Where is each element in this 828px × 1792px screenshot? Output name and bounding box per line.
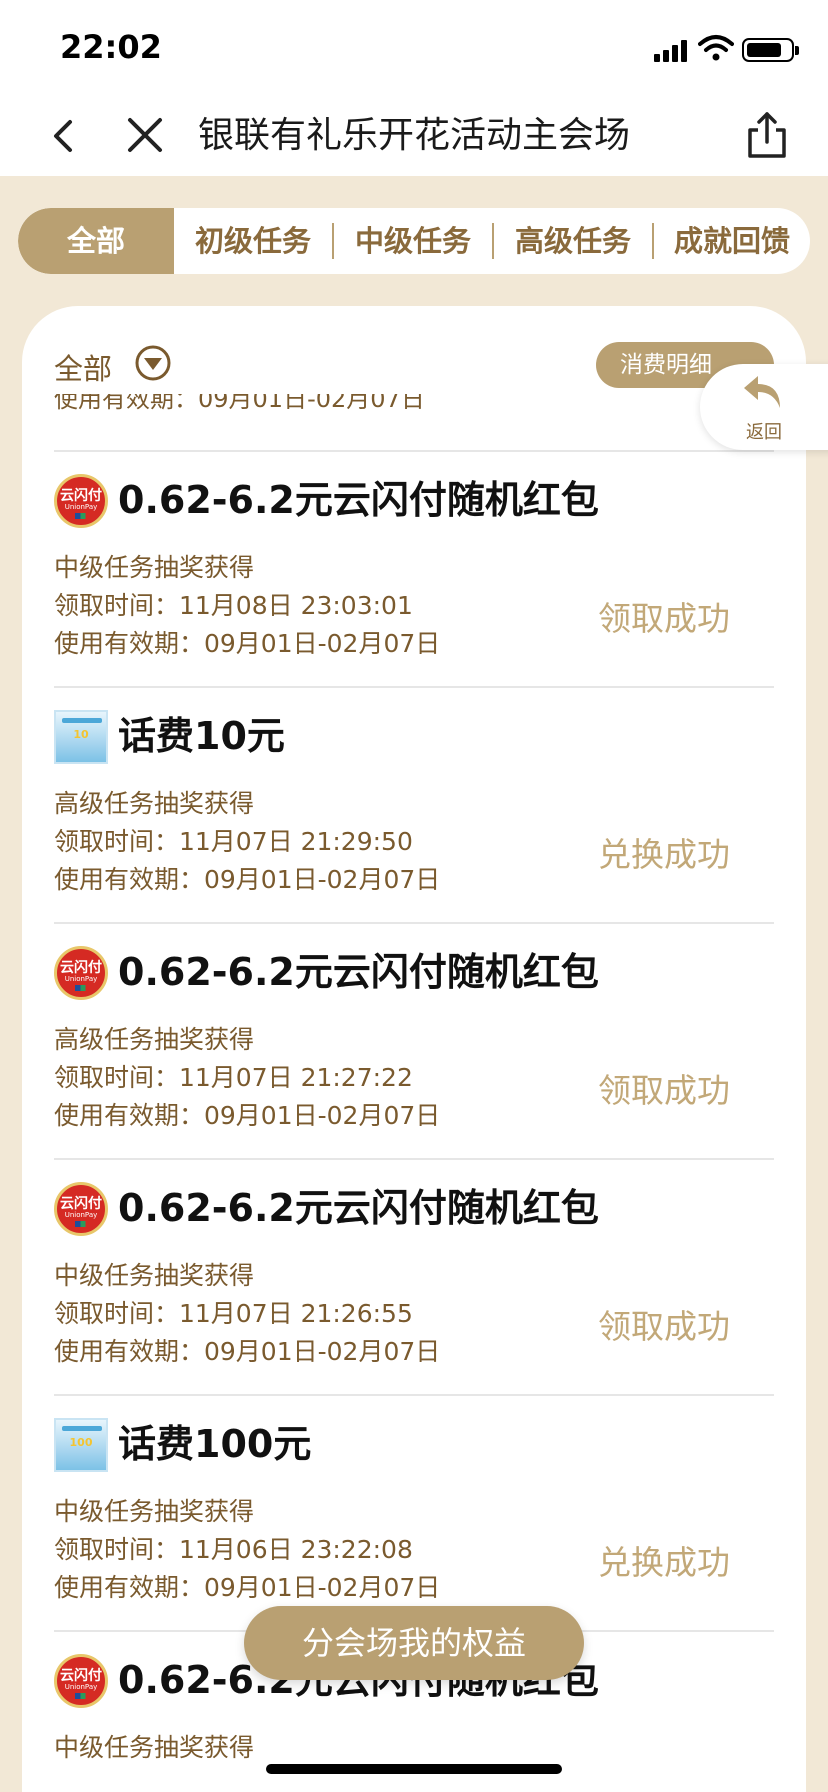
item-validity: 使用有效期：09月01日-02月07日 [54, 629, 441, 658]
item-validity: 使用有效期：09月01日-02月07日 [54, 1101, 441, 1130]
item-claim-time: 领取时间：11月07日 21:27:22 [54, 1063, 413, 1092]
list-item: 云闪付 UnionPay 0.62-6.2元云闪付随机红包 高级任务抽奖获得 领取… [54, 922, 774, 1158]
list-item: 10 话费10元 高级任务抽奖获得 领取时间：11月07日 21:29:50 使… [54, 686, 774, 922]
return-arrow-icon [744, 376, 780, 408]
filter-label[interactable]: 全部 [54, 346, 112, 388]
tab-achievement-rewards[interactable]: 成就回馈 [654, 208, 810, 274]
sub-venue-benefits-button[interactable]: 分会场我的权益 [244, 1606, 584, 1680]
phone-credit-icon: 100 [54, 1418, 108, 1472]
status-time: 22:02 [60, 28, 162, 66]
nav-bar: 银联有礼乐开花活动主会场 [0, 96, 828, 176]
item-claim-time: 领取时间：11月07日 21:29:50 [54, 827, 413, 856]
task-tab-bar: 全部 初级任务 中级任务 高级任务 成就回馈 [18, 208, 810, 274]
item-source: 高级任务抽奖获得 [54, 789, 255, 818]
item-source: 中级任务抽奖获得 [54, 553, 255, 582]
item-source: 中级任务抽奖获得 [54, 1733, 255, 1762]
phone-credit-icon: 10 [54, 710, 108, 764]
wifi-icon [698, 35, 734, 61]
page-title: 银联有礼乐开花活动主会场 [198, 115, 631, 156]
list-item: 云闪付 UnionPay 0.62-6.2元云闪付随机红包 中级任务抽奖获得 领取… [54, 450, 774, 686]
partial-validity-text: 使用有效期：09月01日-02月07日 [54, 394, 425, 412]
home-indicator [266, 1764, 562, 1774]
item-title: 0.62-6.2元云闪付随机红包 [118, 1186, 599, 1230]
item-title: 0.62-6.2元云闪付随机红包 [118, 950, 599, 994]
unionpay-logo-icon: 云闪付 UnionPay [54, 1654, 108, 1708]
signal-icon [654, 38, 688, 62]
item-title: 话费10元 [118, 714, 285, 758]
unionpay-logo-icon: 云闪付 UnionPay [54, 946, 108, 1000]
item-status: 领取成功 [598, 1071, 730, 1110]
floating-return-button[interactable]: 返回 [700, 364, 828, 450]
item-status: 领取成功 [598, 1307, 730, 1346]
rewards-card: 全部 消费明细 使用有效期：09月01日-02月07日 云闪付 UnionPay … [22, 306, 806, 1792]
unionpay-logo-icon: 云闪付 UnionPay [54, 1182, 108, 1236]
back-icon[interactable] [40, 110, 88, 162]
list-item: 云闪付 UnionPay 0.62-6.2元云闪付随机红包 中级任务抽奖获得 领取… [54, 1158, 774, 1394]
chevron-down-circle-icon[interactable] [134, 344, 172, 382]
tab-beginner-tasks[interactable]: 初级任务 [174, 208, 332, 274]
item-source: 中级任务抽奖获得 [54, 1497, 255, 1526]
item-source: 中级任务抽奖获得 [54, 1261, 255, 1290]
item-status: 兑换成功 [598, 1543, 730, 1582]
item-claim-time: 领取时间：11月06日 23:22:08 [54, 1535, 413, 1564]
close-icon[interactable] [122, 110, 170, 162]
unionpay-logo-icon: 云闪付 UnionPay [54, 474, 108, 528]
item-status: 领取成功 [598, 599, 730, 638]
share-icon[interactable] [742, 108, 792, 164]
tab-all[interactable]: 全部 [18, 208, 174, 274]
list-item: 100 话费100元 中级任务抽奖获得 领取时间：11月06日 23:22:08… [54, 1394, 774, 1630]
return-label: 返回 [746, 422, 782, 443]
item-claim-time: 领取时间：11月08日 23:03:01 [54, 591, 413, 620]
item-validity: 使用有效期：09月01日-02月07日 [54, 865, 441, 894]
battery-icon [742, 38, 799, 62]
item-title: 话费100元 [118, 1422, 312, 1466]
item-validity: 使用有效期：09月01日-02月07日 [54, 1573, 441, 1602]
item-validity: 使用有效期：09月01日-02月07日 [54, 1337, 441, 1366]
tab-intermediate-tasks[interactable]: 中级任务 [334, 208, 492, 274]
item-title: 0.62-6.2元云闪付随机红包 [118, 478, 599, 522]
status-bar: 22:02 [0, 0, 828, 96]
item-source: 高级任务抽奖获得 [54, 1025, 255, 1054]
item-status: 兑换成功 [598, 835, 730, 874]
tab-advanced-tasks[interactable]: 高级任务 [494, 208, 652, 274]
item-claim-time: 领取时间：11月07日 21:26:55 [54, 1299, 413, 1328]
